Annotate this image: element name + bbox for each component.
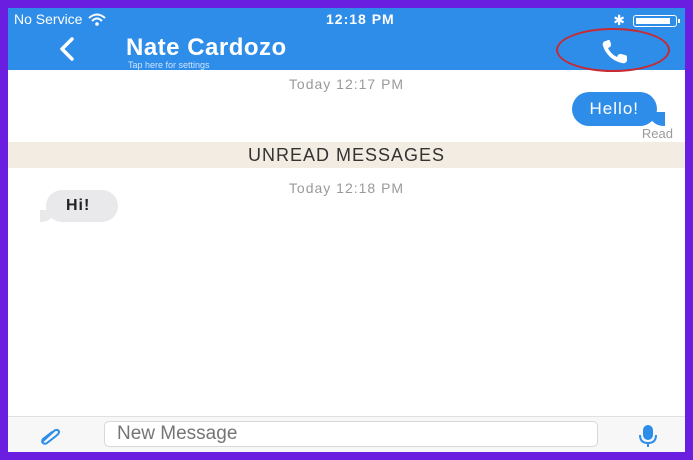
bluetooth-icon: ✱ — [613, 12, 625, 28]
incoming-message-bubble[interactable]: Hi! — [39, 190, 119, 222]
contact-name[interactable]: Nate Cardozo — [126, 34, 287, 62]
status-bar: No Service 12:18 PM ✱ — [8, 8, 685, 30]
attachment-paperclip-icon[interactable] — [38, 427, 62, 445]
settings-hint[interactable]: Tap here for settings — [128, 60, 210, 70]
battery-icon — [633, 14, 680, 27]
clock: 12:18 PM — [326, 11, 395, 27]
screenshot-frame: No Service 12:18 PM ✱ Nate Cardozo Tap h… — [0, 0, 693, 460]
wifi-icon — [88, 13, 107, 26]
new-message-input[interactable] — [104, 421, 598, 447]
call-button-highlight — [556, 28, 670, 72]
back-chevron-icon[interactable] — [54, 34, 82, 64]
read-receipt: Read — [641, 126, 673, 141]
outgoing-message-bubble[interactable]: Hello! — [571, 92, 666, 126]
message-composer — [8, 416, 685, 452]
unread-messages-divider: UNREAD MESSAGES — [8, 142, 685, 168]
message-timestamp: Today 12:17 PM — [288, 76, 405, 92]
carrier-label: No Service — [14, 11, 83, 27]
status-right: ✱ — [613, 12, 680, 29]
phone-screen: No Service 12:18 PM ✱ Nate Cardozo Tap h… — [8, 8, 685, 452]
microphone-icon[interactable] — [638, 424, 658, 448]
status-left: No Service — [14, 11, 107, 27]
